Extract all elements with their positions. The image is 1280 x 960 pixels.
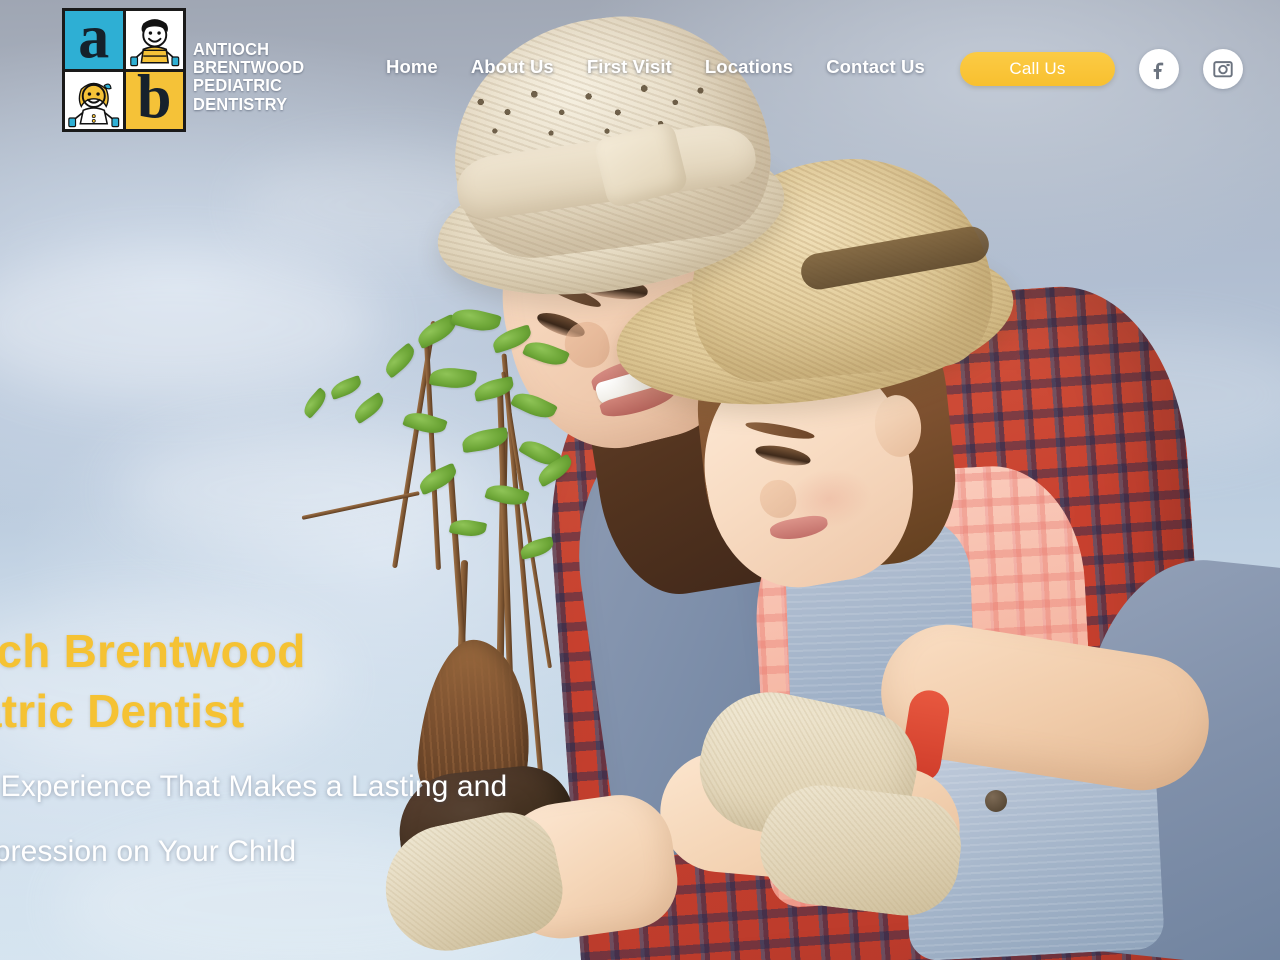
facebook-link[interactable] — [1139, 49, 1179, 89]
site-logo[interactable]: a b ANTIOCH BRENTWOOD PEDIATRIC DENTISTR… — [62, 8, 311, 132]
logo-letter-b: b — [137, 71, 172, 129]
hero-subheading-line-2: Good Impression on Your Child — [0, 834, 297, 868]
site-header: a b ANTIOCH BRENTWOOD PEDIATRIC DENTISTR… — [0, 0, 1280, 140]
logo-wordmark: ANTIOCH BRENTWOOD PEDIATRIC DENTISTRY — [193, 40, 304, 113]
hero-heading-line-1: Antioch Brentwood — [0, 625, 306, 677]
logo-name-line-4: DENTISTRY — [193, 93, 288, 114]
sapling-leaf — [350, 391, 388, 425]
call-us-button[interactable]: Call Us — [960, 52, 1115, 86]
sapling-leaf — [450, 304, 502, 336]
logo-letter-a: a — [78, 11, 110, 69]
boy-illustration-icon — [129, 19, 179, 67]
logo-name-line-3: PEDIATRIC — [193, 75, 283, 96]
logo-tile-letter-a: a — [65, 11, 123, 69]
instagram-icon — [1213, 61, 1233, 78]
nav-item-home[interactable]: Home — [386, 56, 438, 78]
sapling-leaf — [518, 536, 556, 560]
hero-copy: Antioch Brentwood Pediatric Dentist A De… — [0, 622, 778, 872]
sapling-leaf — [299, 387, 331, 419]
sapling-leaf — [402, 407, 448, 439]
nav-item-locations[interactable]: Locations — [705, 56, 793, 78]
logo-tile-girl-drawing — [65, 71, 123, 129]
logo-name-line-1: ANTIOCH — [193, 39, 270, 59]
hero-heading-line-2: Pediatric Dentist — [0, 684, 245, 737]
sapling-leaf — [380, 342, 420, 379]
facebook-icon — [1153, 62, 1164, 80]
nav-item-first-visit[interactable]: First Visit — [587, 56, 672, 78]
logo-tile-letter-b: b — [125, 71, 183, 129]
hero-stage: a b ANTIOCH BRENTWOOD PEDIATRIC DENTISTR… — [0, 0, 1280, 960]
hero-subheading-line-1: A Dental Experience That Makes a Lasting… — [0, 769, 508, 803]
nav-item-about-us[interactable]: About Us — [471, 56, 554, 78]
girl-illustration-icon — [68, 82, 120, 127]
instagram-link[interactable] — [1203, 49, 1243, 89]
sapling-stem — [423, 330, 441, 571]
sapling-leaf — [428, 364, 478, 392]
logo-name-line-2: BRENTWOOD — [193, 57, 305, 78]
nav-item-contact-us[interactable]: Contact Us — [826, 56, 925, 78]
logo-tile-boy-drawing — [125, 11, 183, 69]
child-shorts-button — [985, 790, 1007, 812]
sapling-leaf — [328, 374, 364, 401]
main-navigation: Home About Us First Visit Locations Cont… — [386, 56, 925, 78]
social-links — [1139, 49, 1243, 89]
logo-tile-grid: a b — [62, 8, 186, 132]
